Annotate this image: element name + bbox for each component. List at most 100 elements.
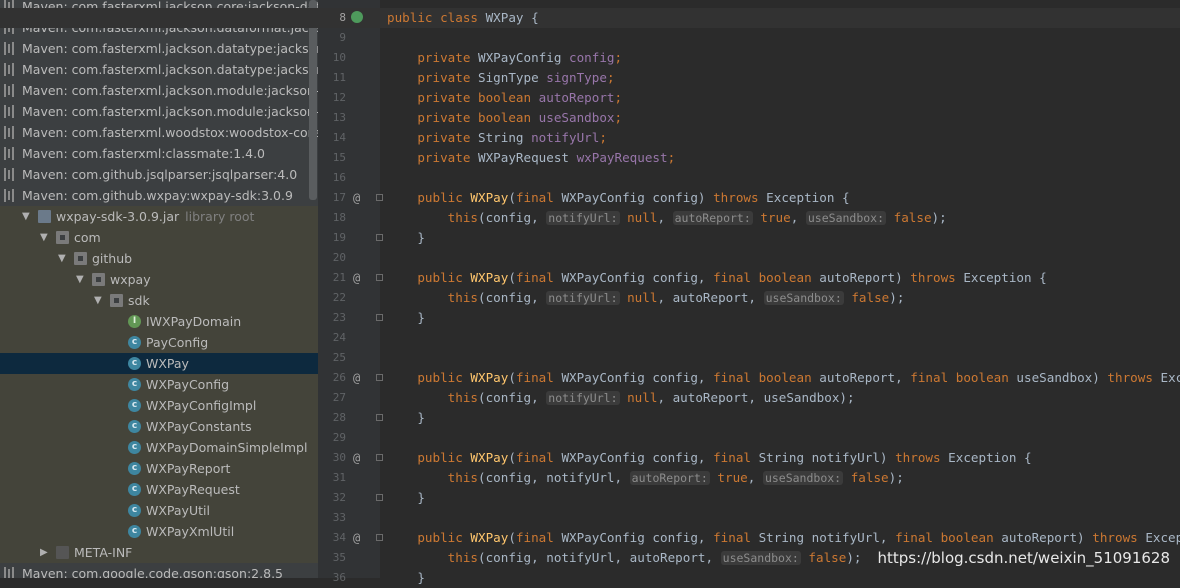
code-line[interactable]: 11 private SignType signType; xyxy=(0,68,1180,88)
code-line[interactable]: 15 private WXPayRequest wxPayRequest; xyxy=(0,148,1180,168)
parameter-hint: autoReport: xyxy=(672,211,753,225)
code-line[interactable]: 21 @ public WXPay(final WXPayConfig confi… xyxy=(0,268,1180,288)
code-token: public xyxy=(417,370,471,385)
code-token: config xyxy=(569,50,615,65)
annotation-marker-icon[interactable]: @ xyxy=(353,528,360,548)
line-number: 9 xyxy=(339,31,346,44)
line-number: 33 xyxy=(332,511,346,524)
line-number: 25 xyxy=(332,351,346,364)
fold-marker-icon[interactable] xyxy=(376,534,383,541)
code-token: String xyxy=(478,130,532,145)
code-text: this(config, notifyUrl, autoReport: true… xyxy=(387,468,904,488)
code-token: this xyxy=(447,550,479,565)
code-token: ( xyxy=(508,190,516,205)
code-token: String notifyUrl) xyxy=(758,450,896,465)
code-line[interactable]: 16 xyxy=(0,168,1180,188)
fold-marker-icon[interactable] xyxy=(376,194,383,201)
line-number: 36 xyxy=(332,571,346,584)
code-line[interactable]: 27 this(config, notifyUrl: null, autoRep… xyxy=(0,388,1180,408)
annotation-marker-icon[interactable]: @ xyxy=(353,268,360,288)
code-token: this xyxy=(447,470,479,485)
code-line[interactable]: 32 } xyxy=(0,488,1180,508)
parameter-hint: useSandbox: xyxy=(762,471,844,485)
code-line[interactable]: 36 } xyxy=(0,568,1180,588)
code-line[interactable]: 24 xyxy=(0,328,1180,348)
code-line[interactable]: 17 @ public WXPay(final WXPayConfig confi… xyxy=(0,188,1180,208)
code-token: (config, xyxy=(478,210,547,225)
code-line[interactable]: 19 } xyxy=(0,228,1180,248)
code-token: throws xyxy=(910,270,964,285)
code-line[interactable]: 29 xyxy=(0,428,1180,448)
code-token: final xyxy=(515,270,562,285)
code-token: Exception { xyxy=(766,190,850,205)
code-token: WXPayConfig xyxy=(478,50,570,65)
code-token: signType xyxy=(546,70,607,85)
code-token: false xyxy=(843,290,890,305)
code-token: ); xyxy=(889,290,905,305)
code-line[interactable]: 10 private WXPayConfig config; xyxy=(0,48,1180,68)
parameter-hint: useSandbox: xyxy=(763,291,844,305)
code-token: Exception { xyxy=(963,270,1047,285)
annotation-marker-icon[interactable]: @ xyxy=(353,448,360,468)
annotation-marker-icon[interactable]: @ xyxy=(353,368,360,388)
code-token: autoReport) xyxy=(1001,530,1093,545)
annotation-marker-icon[interactable]: @ xyxy=(353,188,360,208)
code-line[interactable]: 20 xyxy=(0,248,1180,268)
code-token: WXPay xyxy=(470,190,509,205)
line-number: 21 xyxy=(332,271,346,284)
code-token: , xyxy=(747,470,763,485)
code-token: null xyxy=(619,390,658,405)
code-token: WXPay xyxy=(470,270,509,285)
code-line[interactable]: 22 this(config, notifyUrl: null, autoRep… xyxy=(0,288,1180,308)
code-line[interactable]: 25 xyxy=(0,348,1180,368)
code-token: private xyxy=(417,130,479,145)
fold-marker-icon[interactable] xyxy=(376,494,383,501)
code-text: } xyxy=(387,488,425,508)
code-token: (config, xyxy=(478,290,547,305)
fold-marker-icon[interactable] xyxy=(376,234,383,241)
code-line[interactable]: 31 this(config, notifyUrl, autoReport: t… xyxy=(0,468,1180,488)
code-line[interactable]: 30 @ public WXPay(final WXPayConfig confi… xyxy=(0,448,1180,468)
line-number: 32 xyxy=(332,491,346,504)
code-token: ); xyxy=(888,470,904,485)
code-line[interactable]: 34 @ public WXPay(final WXPayConfig confi… xyxy=(0,528,1180,548)
fold-marker-icon[interactable] xyxy=(376,314,383,321)
code-line[interactable]: 13 private boolean useSandbox; xyxy=(0,108,1180,128)
code-token: , autoReport, useSandbox); xyxy=(657,390,855,405)
code-token: ( xyxy=(508,370,516,385)
code-text: this(config, notifyUrl, autoReport, useS… xyxy=(387,548,862,568)
code-line[interactable]: 8 public class WXPay { xyxy=(0,8,1180,28)
class-gutter-icon[interactable] xyxy=(351,11,363,23)
code-token: WXPay { xyxy=(485,10,539,25)
code-line[interactable]: 12 private boolean autoReport; xyxy=(0,88,1180,108)
code-text: private WXPayRequest wxPayRequest; xyxy=(387,148,675,168)
code-token: autoReport xyxy=(538,90,615,105)
code-line[interactable]: 33 xyxy=(0,508,1180,528)
code-line[interactable]: 9 xyxy=(0,28,1180,48)
line-number: 34 xyxy=(332,531,346,544)
fold-marker-icon[interactable] xyxy=(376,274,383,281)
code-token: true xyxy=(709,470,748,485)
line-number: 18 xyxy=(332,211,346,224)
parameter-hint: autoReport: xyxy=(629,471,710,485)
code-line[interactable]: 14 private String notifyUrl; xyxy=(0,128,1180,148)
line-number: 27 xyxy=(332,391,346,404)
code-line[interactable]: 18 this(config, notifyUrl: null, autoRep… xyxy=(0,208,1180,228)
code-token: final xyxy=(515,370,562,385)
code-token: ; xyxy=(614,90,623,105)
code-line[interactable]: 28 } xyxy=(0,408,1180,428)
code-token: throws xyxy=(713,190,767,205)
parameter-hint: notifyUrl: xyxy=(546,391,620,405)
code-line[interactable]: 23 } xyxy=(0,308,1180,328)
code-line[interactable]: 26 @ public WXPay(final WXPayConfig confi… xyxy=(0,368,1180,388)
fold-marker-icon[interactable] xyxy=(376,374,383,381)
fold-marker-icon[interactable] xyxy=(376,454,383,461)
fold-marker-icon[interactable] xyxy=(376,414,383,421)
